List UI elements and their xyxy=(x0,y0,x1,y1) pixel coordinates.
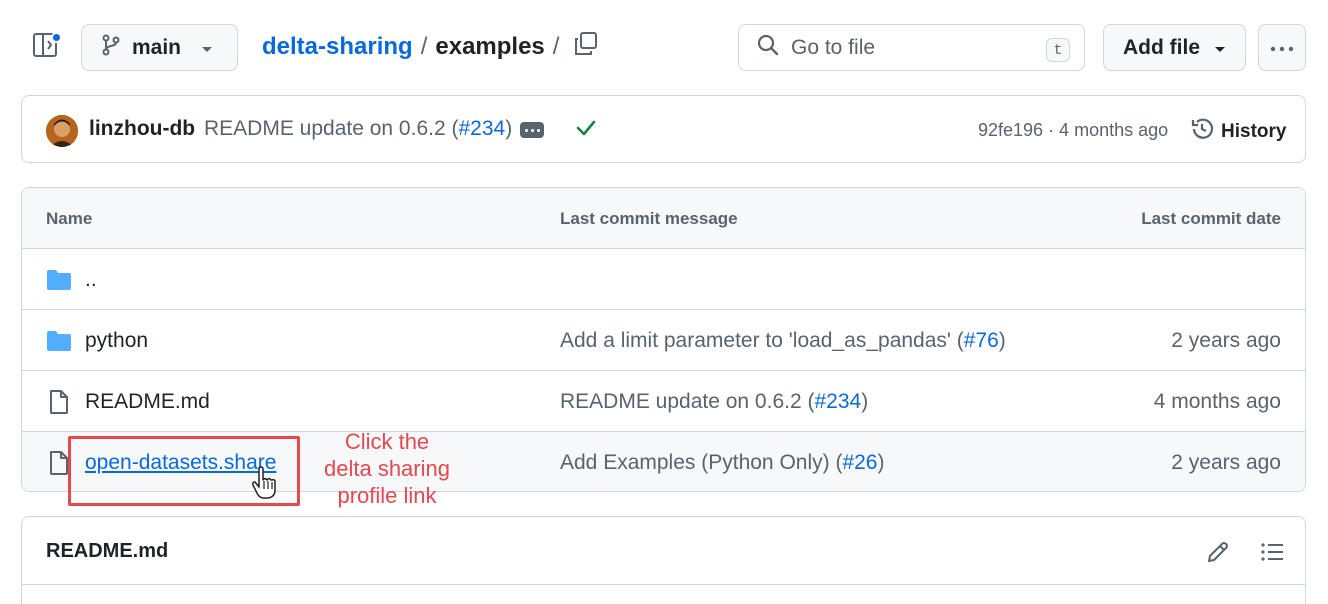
commit-message-suffix: ) xyxy=(505,117,513,140)
history-button[interactable]: History xyxy=(1189,116,1286,148)
commit-message-suffix: ) xyxy=(877,451,885,474)
check-icon[interactable] xyxy=(575,117,597,144)
table-header: Name Last commit message Last commit dat… xyxy=(22,188,1305,249)
kebab-horizontal-icon xyxy=(1270,39,1294,57)
commit-pr-link[interactable]: #76 xyxy=(964,329,999,352)
table-row[interactable]: python Add a limit parameter to 'load_as… xyxy=(22,310,1305,371)
commit-message-text: Add a limit parameter to 'load_as_pandas… xyxy=(560,329,964,352)
commit-pr-link[interactable]: #234 xyxy=(458,117,505,140)
list-unordered-icon[interactable] xyxy=(1259,539,1285,565)
expand-commit-message-button[interactable] xyxy=(520,122,544,138)
ellipsis-dot xyxy=(524,128,528,132)
readme-title[interactable]: README.md xyxy=(46,540,168,563)
branch-selector-button[interactable]: main xyxy=(81,24,238,71)
commit-message-text: Add Examples (Python Only) ( xyxy=(560,451,843,474)
branch-name: main xyxy=(132,35,182,59)
commit-sha-and-time[interactable]: 92fe196 · 4 months ago xyxy=(978,120,1168,141)
commit-pr-link[interactable]: #26 xyxy=(842,451,877,474)
file-tree-toggle-button[interactable] xyxy=(28,30,62,64)
add-file-button[interactable]: Add file xyxy=(1103,24,1246,71)
commit-author-link[interactable]: linzhou-db xyxy=(89,117,195,141)
file-name-link[interactable]: python xyxy=(85,329,148,353)
copy-path-button[interactable] xyxy=(570,30,602,62)
column-header-name: Name xyxy=(46,209,93,228)
commit-message-suffix: ) xyxy=(861,390,869,413)
go-to-file-search[interactable]: t xyxy=(738,24,1085,71)
chevron-down-icon xyxy=(201,36,213,60)
column-header-message: Last commit message xyxy=(560,209,738,228)
annotation-line: Click the xyxy=(344,429,430,454)
commit-message-text: README update on 0.6.2 ( xyxy=(204,117,459,140)
commit-message-cell[interactable]: Add Examples (Python Only) (#26) xyxy=(560,451,885,475)
breadcrumb-repo-link[interactable]: delta-sharing xyxy=(262,33,413,61)
commit-message-cell[interactable]: Add a limit parameter to 'load_as_pandas… xyxy=(560,329,1006,353)
add-file-label: Add file xyxy=(1123,35,1200,59)
commit-pr-link[interactable]: #234 xyxy=(814,390,861,413)
file-name-link[interactable]: .. xyxy=(85,268,97,292)
notification-dot xyxy=(51,32,62,43)
commit-message[interactable]: README update on 0.6.2 (#234) xyxy=(204,117,512,141)
commit-message-text: README update on 0.6.2 ( xyxy=(560,390,815,413)
commit-date-cell: 2 years ago xyxy=(1171,329,1281,352)
chevron-down-icon xyxy=(1214,36,1226,60)
column-header-date: Last commit date xyxy=(1141,209,1281,228)
history-label: History xyxy=(1221,121,1287,142)
pencil-icon[interactable] xyxy=(1205,539,1231,565)
file-icon xyxy=(46,389,72,415)
folder-icon xyxy=(46,328,72,354)
ellipsis-dot xyxy=(530,128,534,132)
git-branch-icon xyxy=(102,34,120,62)
annotation-callout: Click the delta sharing profile link xyxy=(312,428,462,509)
search-icon xyxy=(757,34,779,61)
table-row[interactable]: README.md README update on 0.6.2 (#234) … xyxy=(22,371,1305,432)
repo-header: main delta-sharing / examples / t Add fi… xyxy=(0,0,1328,90)
keyboard-shortcut-hint: t xyxy=(1046,38,1070,62)
readme-header: README.md xyxy=(22,517,1305,585)
history-icon xyxy=(1189,116,1215,148)
commit-message-cell[interactable]: README update on 0.6.2 (#234) xyxy=(560,390,868,414)
table-row-parent-directory[interactable]: .. xyxy=(22,249,1305,310)
folder-icon xyxy=(46,267,72,293)
commit-date-cell: 4 months ago xyxy=(1153,390,1281,413)
more-options-button[interactable] xyxy=(1258,24,1306,71)
breadcrumb: delta-sharing / examples / xyxy=(262,30,559,64)
latest-commit-bar: linzhou-db README update on 0.6.2 (#234)… xyxy=(21,95,1306,163)
annotation-line: delta sharing xyxy=(324,456,450,481)
avatar[interactable] xyxy=(46,115,78,147)
commit-message-suffix: ) xyxy=(998,329,1006,352)
file-name-link[interactable]: README.md xyxy=(85,390,210,414)
commit-date-cell: 2 years ago xyxy=(1171,451,1281,474)
readme-panel: README.md xyxy=(21,516,1306,604)
breadcrumb-separator: / xyxy=(552,33,560,60)
ellipsis-dot xyxy=(536,128,540,132)
breadcrumb-separator: / xyxy=(420,33,428,60)
copy-icon xyxy=(573,31,599,62)
breadcrumb-current-folder: examples xyxy=(435,33,545,60)
annotation-line: profile link xyxy=(337,483,437,508)
hand-pointer-cursor-icon xyxy=(251,466,279,505)
go-to-file-input[interactable] xyxy=(791,35,1031,60)
